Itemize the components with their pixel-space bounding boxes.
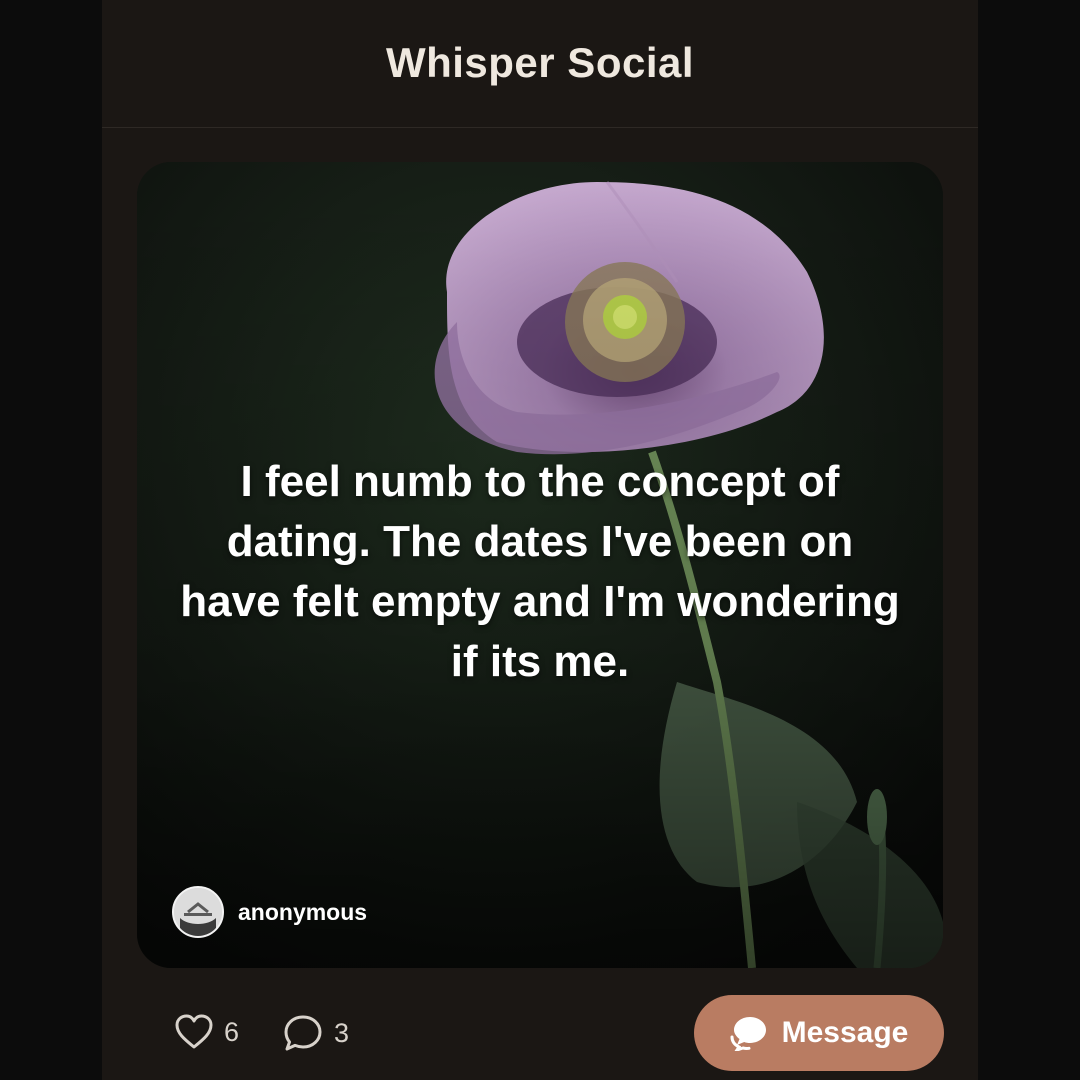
message-label: Message: [781, 1016, 909, 1049]
app-screen: Whisper Social I feel numb to the concep…: [102, 0, 978, 1080]
comment-count: 3: [334, 1017, 350, 1048]
author-name: anonymous: [238, 898, 368, 925]
comment-button[interactable]: 3: [282, 1013, 349, 1053]
chat-bubbles-icon: [730, 1017, 766, 1051]
heart-icon: [175, 1014, 213, 1049]
post-card[interactable]: I feel numb to the concept of dating. Th…: [137, 162, 943, 968]
avatar-icon: [172, 886, 224, 938]
post-author[interactable]: anonymous: [172, 886, 367, 938]
like-button[interactable]: 6: [174, 1013, 239, 1051]
comment-icon: [284, 1015, 322, 1051]
like-count: 6: [224, 1016, 240, 1047]
message-button[interactable]: Message: [694, 995, 944, 1071]
app-title: Whisper Social: [385, 38, 695, 86]
post-text: I feel numb to the concept of dating. Th…: [180, 457, 900, 686]
header: Whisper Social: [102, 0, 978, 128]
post-actions: 6 3 Message: [102, 994, 978, 1072]
